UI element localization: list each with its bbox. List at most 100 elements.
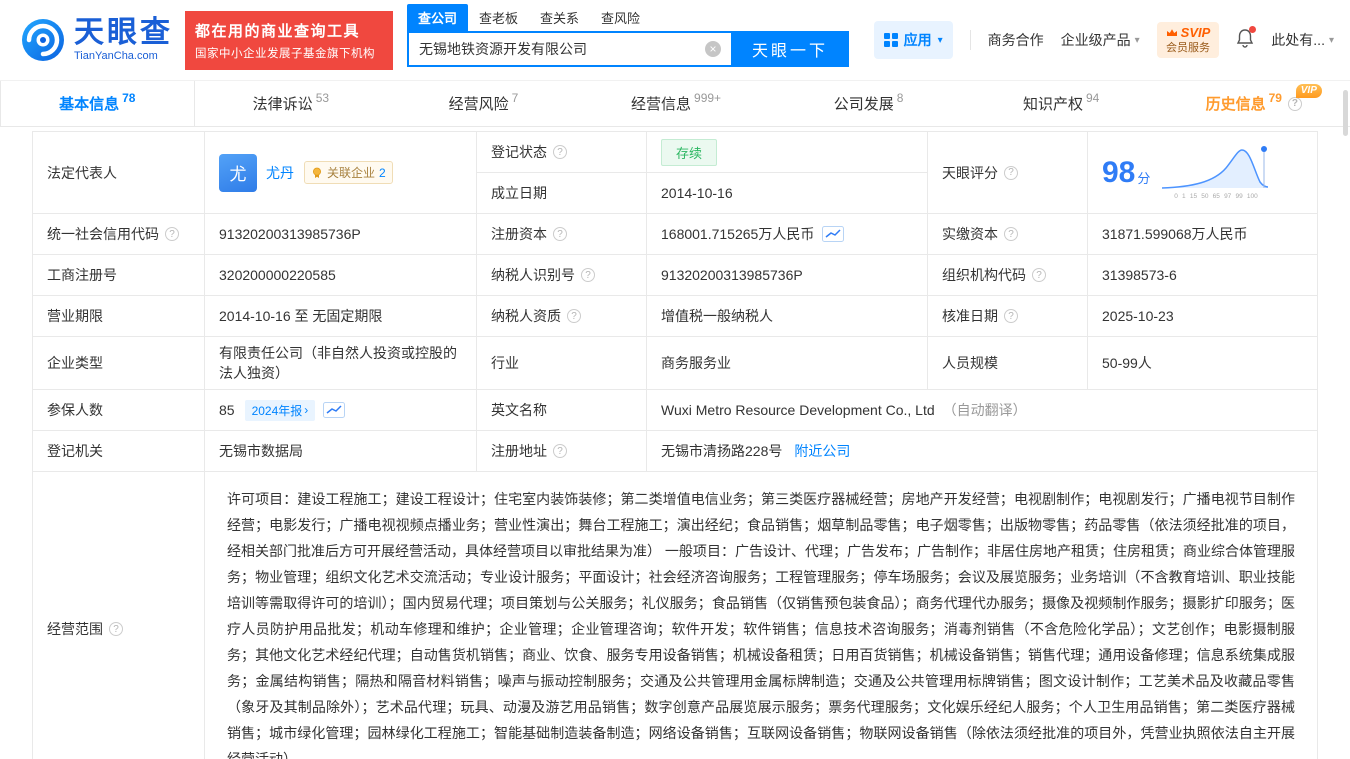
help-icon[interactable]: ? bbox=[109, 622, 123, 636]
search-tab-risk[interactable]: 查风险 bbox=[590, 4, 651, 31]
tab-label: 经营风险 bbox=[448, 96, 509, 113]
score-axis-labels: 01 15 50 65 97 99 100 bbox=[1174, 191, 1259, 199]
value-credit-code: 91320200313985736P bbox=[205, 214, 477, 255]
search-input[interactable]: 无锡地铁资源开发有限公司 × bbox=[407, 31, 731, 67]
insured-trend-chart-icon[interactable] bbox=[323, 402, 346, 418]
search-tab-company[interactable]: 查公司 bbox=[407, 4, 469, 31]
score-unit: 分 bbox=[1137, 171, 1151, 186]
value-company-type: 有限责任公司（非自然人投资或控股的法人独资） bbox=[205, 337, 477, 390]
tab-label: 公司发展 bbox=[833, 96, 894, 113]
label-company-type: 企业类型 bbox=[33, 337, 205, 390]
help-icon[interactable]: ? bbox=[1004, 227, 1018, 241]
value-registration-authority: 无锡市数据局 bbox=[205, 431, 477, 472]
tab-intellectual-property[interactable]: 知识产权 94 bbox=[965, 81, 1158, 126]
svip-member-button[interactable]: SVIP 会员服务 bbox=[1156, 21, 1220, 59]
apps-label: 应用 bbox=[903, 32, 932, 48]
value-staff-size: 50-99人 bbox=[1088, 337, 1318, 390]
tab-history-info[interactable]: VIP 历史信息 79 ? bbox=[1157, 81, 1350, 126]
value-paid-capital: 31871.599068万人民币 bbox=[1088, 214, 1318, 255]
brand-logo[interactable]: 天眼查 TianYanCha.com bbox=[20, 17, 173, 63]
apps-button[interactable]: 应用 ▾ bbox=[873, 21, 953, 59]
label-business-scope: 经营范围 ? bbox=[33, 472, 205, 759]
label-legal-representative: 法定代表人 bbox=[33, 132, 205, 214]
header: 天眼查 TianYanCha.com 都在用的商业查询工具 国家中小企业发展子基… bbox=[0, 0, 1350, 80]
tab-count: 53 bbox=[315, 90, 330, 105]
label-registration-authority: 登记机关 bbox=[33, 431, 205, 472]
value-registered-capital: 168001.715265万人民币 bbox=[647, 214, 928, 255]
tab-count: 79 bbox=[1268, 90, 1282, 105]
tab-count: 999+ bbox=[694, 90, 722, 105]
section-tabbar: 基本信息 78 法律诉讼 53 经营风险 7 经营信息 999+ 公司发展 8 知识产权 9… bbox=[0, 80, 1350, 127]
brand-name: 天眼查 bbox=[74, 16, 173, 49]
help-icon[interactable]: ? bbox=[1004, 309, 1018, 323]
banner-line1: 都在用的商业查询工具 bbox=[195, 22, 361, 40]
search-area: 查公司 查老板 查关系 查风险 无锡地铁资源开发有限公司 × 天眼一下 bbox=[407, 4, 849, 67]
chevron-down-icon: ▾ bbox=[1328, 34, 1334, 46]
arrow-right-icon: › bbox=[304, 403, 309, 417]
label-organization-code: 组织机构代码 ? bbox=[928, 255, 1088, 296]
tab-label: 历史信息 bbox=[1205, 96, 1266, 113]
value-english-name: Wuxi Metro Resource Development Co., Ltd… bbox=[647, 390, 1318, 431]
label-tianyan-score: 天眼评分 ? bbox=[928, 132, 1088, 214]
label-industry: 行业 bbox=[477, 337, 647, 390]
legal-rep-name-link[interactable]: 尤丹 bbox=[266, 163, 294, 183]
value-taxpayer-quality: 增值税一般纳税人 bbox=[647, 296, 928, 337]
nav-business-cooperation[interactable]: 商务合作 bbox=[988, 30, 1044, 50]
nav-more-menu[interactable]: 此处有... ▾ bbox=[1271, 30, 1334, 50]
tab-label: 法律诉讼 bbox=[252, 96, 313, 113]
header-nav: 应用 ▾ 商务合作 企业级产品 ▾ SVIP 会员服务 此处有... ▾ bbox=[873, 21, 1334, 59]
help-icon[interactable]: ? bbox=[1004, 165, 1018, 180]
tab-business-info[interactable]: 经营信息 999+ bbox=[580, 81, 773, 126]
value-registration-number: 320200000220585 bbox=[205, 255, 477, 296]
enterprise-products-label: 企业级产品 bbox=[1060, 32, 1131, 48]
tab-count: 94 bbox=[1086, 90, 1100, 105]
nav-enterprise-products[interactable]: 企业级产品 ▾ bbox=[1061, 30, 1140, 50]
label-registration-number: 工商注册号 bbox=[33, 255, 205, 296]
auto-translate-note: （自动翻译） bbox=[942, 402, 1027, 418]
label-registered-address: 注册地址 ? bbox=[477, 431, 647, 472]
help-icon[interactable]: ? bbox=[581, 268, 595, 282]
help-icon[interactable]: ? bbox=[1287, 96, 1302, 111]
search-tab-boss[interactable]: 查老板 bbox=[468, 4, 529, 31]
header-divider bbox=[969, 30, 971, 50]
more-menu-label: 此处有... bbox=[1271, 32, 1325, 48]
value-establish-date: 2014-10-16 bbox=[647, 173, 928, 214]
value-business-term: 2014-10-16 至 无固定期限 bbox=[205, 296, 477, 337]
label-insured-staff: 参保人数 bbox=[33, 390, 205, 431]
search-tab-relation[interactable]: 查关系 bbox=[529, 4, 590, 31]
bell-curve-icon bbox=[1162, 145, 1269, 189]
nearby-companies-link[interactable]: 附近公司 bbox=[794, 441, 850, 461]
status-badge: 存续 bbox=[661, 138, 718, 166]
help-icon[interactable]: ? bbox=[1032, 268, 1046, 282]
value-tianyan-score[interactable]: 98 分 01 15 50 65 97 99 100 bbox=[1088, 132, 1318, 214]
tab-count: 7 bbox=[511, 90, 519, 105]
value-legal-representative: 尤 尤丹 关联企业 2 bbox=[205, 132, 477, 214]
svip-label: SVIP bbox=[1180, 24, 1211, 40]
help-icon[interactable]: ? bbox=[553, 227, 567, 241]
capital-trend-chart-icon[interactable] bbox=[822, 226, 845, 242]
value-business-scope: 许可项目：建设工程施工；建设工程设计；住宅室内装饰装修；第二类增值电信业务；第三… bbox=[205, 472, 1318, 759]
tab-basic-info[interactable]: 基本信息 78 bbox=[0, 81, 195, 126]
scrollbar-thumb[interactable] bbox=[1343, 90, 1348, 136]
annual-report-chip[interactable]: 2024年报 › bbox=[244, 399, 316, 421]
label-credit-code: 统一社会信用代码 ? bbox=[33, 214, 205, 255]
tab-business-risk[interactable]: 经营风险 7 bbox=[387, 81, 580, 126]
clear-icon[interactable]: × bbox=[705, 41, 721, 57]
notification-dot bbox=[1249, 25, 1257, 33]
tab-company-development[interactable]: 公司发展 8 bbox=[772, 81, 965, 126]
notification-bell-icon[interactable] bbox=[1236, 25, 1257, 53]
help-icon[interactable]: ? bbox=[165, 227, 179, 241]
search-button[interactable]: 天眼一下 bbox=[731, 31, 849, 67]
chevron-down-icon: ▾ bbox=[937, 34, 943, 46]
tab-label: 经营信息 bbox=[631, 96, 692, 113]
help-icon[interactable]: ? bbox=[567, 309, 581, 323]
label-taxpayer-quality: 纳税人资质 ? bbox=[477, 296, 647, 337]
medal-icon bbox=[313, 167, 321, 178]
help-icon[interactable]: ? bbox=[553, 145, 567, 159]
help-icon[interactable]: ? bbox=[553, 444, 567, 458]
tab-count: 8 bbox=[896, 90, 904, 105]
related-companies-chip[interactable]: 关联企业 2 bbox=[304, 161, 393, 184]
legal-rep-avatar[interactable]: 尤 bbox=[219, 153, 257, 192]
value-organization-code: 31398573-6 bbox=[1088, 255, 1318, 296]
tab-legal-proceedings[interactable]: 法律诉讼 53 bbox=[195, 81, 388, 126]
